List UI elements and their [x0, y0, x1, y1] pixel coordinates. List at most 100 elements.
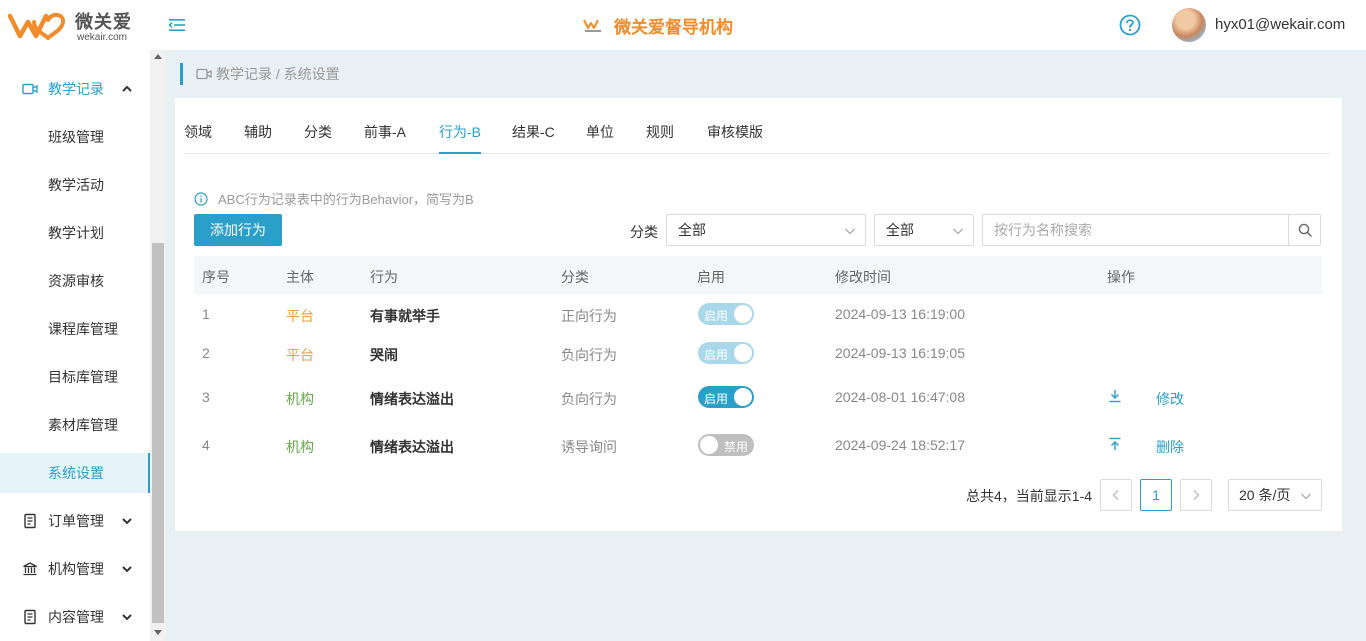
enable-toggle[interactable]: 禁用 [698, 434, 754, 456]
document-icon [24, 513, 36, 529]
prev-page-button[interactable] [1100, 479, 1132, 511]
sidebar-group-content[interactable]: 内容管理 [0, 597, 150, 637]
col-header-behavior: 行为 [370, 269, 398, 285]
avatar[interactable] [1172, 8, 1206, 42]
col-header-category: 分类 [561, 269, 589, 285]
sidebar-group-teaching-records[interactable]: 教学记录 [0, 69, 150, 109]
select-value: 全部 [678, 222, 706, 238]
logo-sub: wekair.com [77, 32, 128, 43]
sidebar-group-label: 教学记录 [48, 81, 104, 97]
cell-category: 负向行为 [561, 347, 617, 363]
cell-owner: 平台 [286, 308, 314, 324]
info-note: ABC行为记录表中的行为Behavior，简写为B [194, 189, 474, 208]
sidebar-item-course-library[interactable]: 课程库管理 [0, 309, 150, 349]
toggle-knob [734, 305, 752, 323]
sidebar-item-label: 课程库管理 [48, 321, 118, 337]
cell-no: 2 [202, 345, 210, 361]
help-icon[interactable] [1119, 14, 1141, 36]
bank-icon [23, 562, 37, 576]
chevron-left-icon [1112, 490, 1119, 500]
sidebar-item-material-library[interactable]: 素材库管理 [0, 405, 150, 445]
cell-time: 2024-08-01 16:47:08 [835, 389, 965, 405]
sidebar-group-label: 订单管理 [48, 513, 104, 529]
video-icon [196, 68, 212, 80]
toggle-label: 启用 [704, 348, 729, 362]
category-select[interactable]: 全部 [666, 214, 866, 246]
delete-link[interactable]: 删除 [1156, 437, 1184, 457]
scroll-up-arrow-icon[interactable] [154, 54, 162, 59]
sidebar-item-label: 素材库管理 [48, 417, 118, 433]
cell-category: 诱导询问 [561, 439, 617, 455]
menu-collapse-icon[interactable] [168, 16, 186, 34]
next-page-button[interactable] [1180, 479, 1212, 511]
tab-assist[interactable]: 辅助 [244, 122, 272, 154]
chevron-right-icon [1193, 490, 1200, 500]
page-button-current[interactable]: 1 [1140, 479, 1172, 511]
enable-toggle[interactable]: 启用 [698, 303, 754, 325]
tab-behavior[interactable]: 行为-B [439, 122, 481, 154]
sidebar-item-system-settings[interactable]: 系统设置 [0, 453, 150, 493]
user-name[interactable]: hyx01@wekair.com [1215, 16, 1345, 33]
center-title: 微关爱督导机构 [582, 13, 733, 37]
tab-domain[interactable]: 领域 [184, 122, 212, 154]
search-icon [1298, 223, 1312, 237]
table-row: 1 平台 有事就举手 正向行为 启用 2024-09-13 16:19:00 [194, 294, 1322, 333]
info-icon [194, 191, 208, 206]
tab-antecedent[interactable]: 前事-A [364, 122, 406, 154]
tab-consequence[interactable]: 结果-C [512, 122, 555, 154]
col-header-no: 序号 [202, 269, 230, 285]
breadcrumb: 教学记录 / 系统设置 [180, 63, 340, 85]
brand-mark-icon [583, 19, 601, 32]
breadcrumb-text: 教学记录 / 系统设置 [216, 66, 340, 82]
cell-category: 正向行为 [561, 308, 617, 324]
chevron-down-icon [953, 228, 963, 235]
enable-toggle[interactable]: 启用 [698, 342, 754, 364]
sidebar-item-teaching-plan[interactable]: 教学计划 [0, 213, 150, 253]
sidebar-item-label: 班级管理 [48, 129, 104, 145]
cell-behavior: 情绪表达溢出 [370, 439, 454, 455]
col-header-actions: 操作 [1107, 269, 1135, 285]
select-value: 全部 [886, 222, 914, 238]
document-icon [24, 609, 36, 625]
sidebar-item-goal-library[interactable]: 目标库管理 [0, 357, 150, 397]
chevron-down-icon [1301, 493, 1311, 500]
tab-rules[interactable]: 规则 [646, 122, 674, 154]
toggle-label: 启用 [704, 309, 729, 323]
download-icon[interactable] [1108, 389, 1122, 403]
logo-name: 微关爱 [75, 12, 132, 32]
filter-label: 分类 [630, 224, 658, 240]
cell-category: 负向行为 [561, 391, 617, 407]
sidebar-item-resource-review[interactable]: 资源审核 [0, 261, 150, 301]
toggle-knob [734, 388, 752, 406]
cell-no: 4 [202, 437, 210, 453]
chevron-down-icon [845, 228, 855, 235]
sidebar-item-label: 资源审核 [48, 273, 104, 289]
add-behavior-button[interactable]: 添加行为 [194, 214, 282, 246]
edit-link[interactable]: 修改 [1156, 389, 1184, 409]
logo[interactable]: 微关爱 wekair.com [8, 6, 138, 44]
tab-unit[interactable]: 单位 [586, 122, 614, 154]
sidebar: 教学记录 班级管理 教学活动 教学计划 资源审核 课程库管理 目标库管理 素材库… [0, 50, 166, 641]
search-input[interactable] [983, 215, 1289, 245]
sidebar-item-class-management[interactable]: 班级管理 [0, 117, 150, 157]
sidebar-item-teaching-activity[interactable]: 教学活动 [0, 165, 150, 205]
sidebar-group-institutions[interactable]: 机构管理 [0, 549, 150, 589]
scrollbar-thumb[interactable] [152, 243, 164, 623]
search-button[interactable] [1288, 215, 1320, 245]
upload-icon[interactable] [1108, 437, 1122, 451]
sidebar-item-label: 教学活动 [48, 177, 104, 193]
page-size-select[interactable]: 20 条/页 [1228, 479, 1322, 511]
cell-no: 3 [202, 389, 210, 405]
cell-behavior: 情绪表达溢出 [370, 391, 454, 407]
cell-time: 2024-09-13 16:19:00 [835, 306, 965, 322]
tab-bar: 领域 辅助 分类 前事-A 行为-B 结果-C 单位 规则 审核模版 [184, 98, 1330, 154]
video-icon [22, 83, 38, 95]
top-header: 微关爱 wekair.com 微关爱督导机构 hyx01@wekair.com [0, 0, 1366, 50]
sidebar-group-orders[interactable]: 订单管理 [0, 501, 150, 541]
sidebar-scrollbar[interactable] [150, 50, 166, 641]
enable-toggle[interactable]: 启用 [698, 386, 754, 408]
scroll-down-arrow-icon[interactable] [154, 630, 162, 635]
status-select[interactable]: 全部 [874, 214, 974, 246]
tab-category[interactable]: 分类 [304, 122, 332, 154]
tab-review-template[interactable]: 审核模版 [707, 122, 763, 154]
